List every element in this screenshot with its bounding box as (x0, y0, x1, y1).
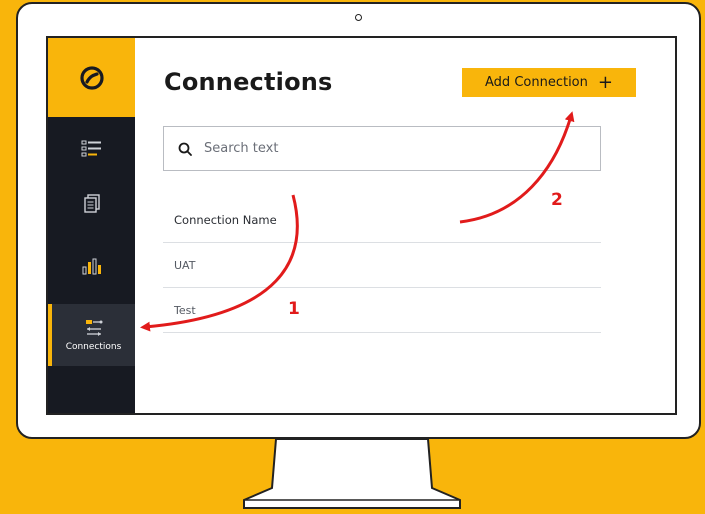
page-title: Connections (164, 68, 333, 96)
plus-icon: + (597, 71, 613, 93)
sidebar-item-documents[interactable] (48, 173, 135, 235)
add-connection-label: Add Connection (485, 75, 588, 90)
add-connection-button[interactable]: Add Connection + (462, 68, 636, 97)
camera-dot (355, 14, 362, 21)
connections-icon (85, 320, 102, 336)
monitor-frame: Connections Connections Add Connection +… (16, 2, 701, 439)
table-header: Connection Name (163, 198, 601, 243)
list-icon (81, 140, 101, 157)
table-row[interactable]: UAT (163, 243, 601, 288)
documents-icon (83, 194, 100, 213)
sidebar-item-connections[interactable]: Connections (48, 304, 135, 366)
search-input[interactable]: Search text (163, 126, 601, 171)
logo-icon (79, 65, 104, 90)
sidebar-item-label: Connections (65, 342, 122, 352)
search-placeholder: Search text (204, 141, 279, 156)
sidebar: Connections (48, 38, 135, 413)
bar-chart-icon (82, 258, 101, 275)
search-icon (178, 142, 192, 156)
main-content: Connections Add Connection + Search text… (135, 38, 675, 413)
connections-table: Connection Name UAT Test (163, 198, 601, 333)
table-row[interactable]: Test (163, 288, 601, 333)
app-logo[interactable] (48, 38, 135, 117)
app-screen: Connections Connections Add Connection +… (46, 36, 677, 415)
sidebar-item-list[interactable] (48, 118, 135, 180)
sidebar-item-analytics[interactable] (48, 235, 135, 297)
